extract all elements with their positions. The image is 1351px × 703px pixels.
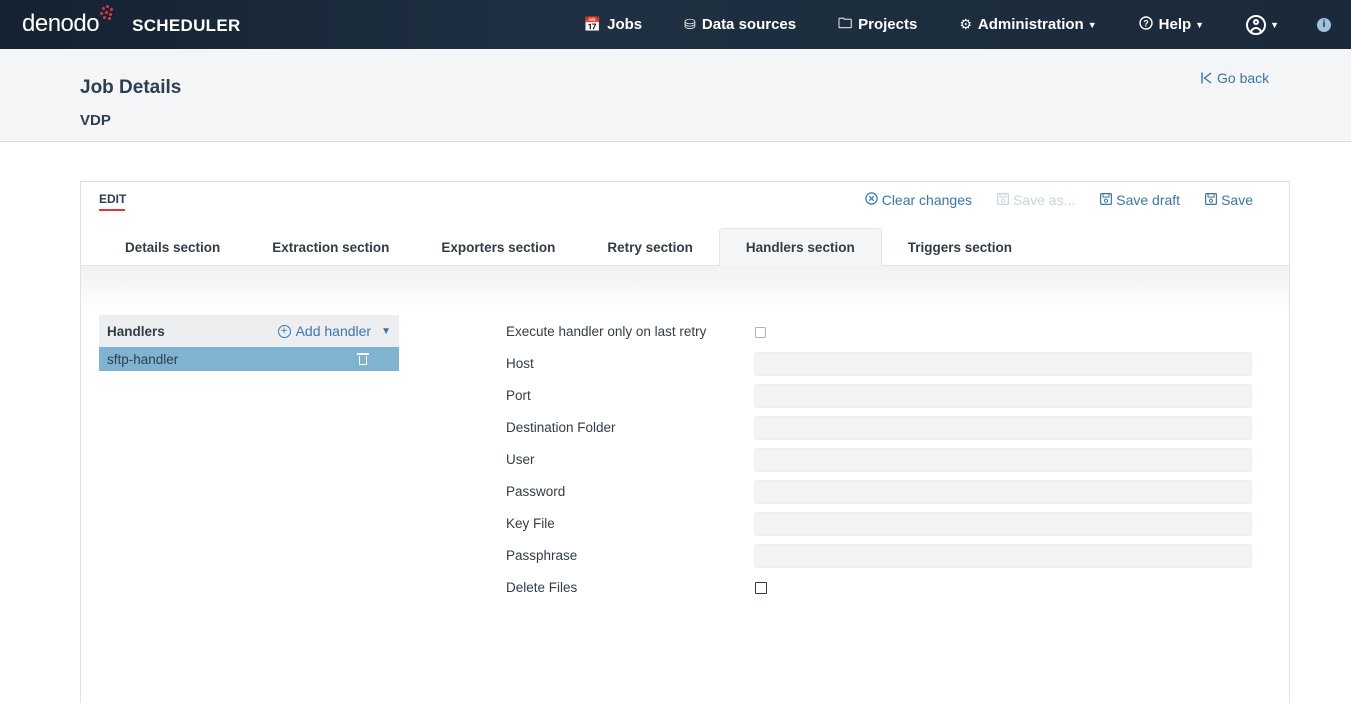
mode-underline xyxy=(99,209,125,211)
help-icon: ? xyxy=(1138,16,1153,33)
page-header: Job Details VDP Go back xyxy=(0,49,1351,142)
clear-changes-label: Clear changes xyxy=(881,192,972,208)
trash-icon[interactable] xyxy=(357,352,369,366)
save-draft-icon xyxy=(1100,192,1113,208)
password-input[interactable] xyxy=(754,480,1252,504)
add-handler-button[interactable]: + Add handler ▼ xyxy=(277,323,391,339)
nav-jobs[interactable]: 📅 Jobs xyxy=(584,16,642,33)
key-file-input[interactable] xyxy=(754,512,1252,536)
nav-administration[interactable]: ⚙ Administration ▼ xyxy=(959,16,1096,33)
delete-files-checkbox[interactable] xyxy=(755,582,767,594)
tab-triggers[interactable]: Triggers section xyxy=(882,228,1038,266)
top-navbar: denodo SCHEDULER 📅 Jobs ⛁ Data sources 🗀… xyxy=(0,0,1351,49)
save-as-button[interactable]: Save as... xyxy=(996,192,1076,208)
handler-name: sftp-handler xyxy=(107,351,179,367)
folder-icon: 🗀 xyxy=(838,14,853,31)
nav-data-sources[interactable]: ⛁ Data sources xyxy=(684,16,796,33)
nav-menu: 📅 Jobs ⛁ Data sources 🗀 Projects ⚙ Admin… xyxy=(584,0,1351,49)
handlers-section: Handlers + Add handler ▼ sftp-handler Ex… xyxy=(81,266,1289,703)
calendar-icon: 📅 xyxy=(583,16,602,32)
field-label: Host xyxy=(506,356,534,371)
tab-handlers[interactable]: Handlers section xyxy=(718,228,882,266)
nav-projects[interactable]: 🗀 Projects xyxy=(838,13,917,37)
tab-retry[interactable]: Retry section xyxy=(581,228,719,266)
clear-icon xyxy=(865,192,878,208)
page-subtitle: VDP xyxy=(80,112,111,129)
card-actions: Clear changes Save as... Save draft Save xyxy=(840,192,1253,208)
handlers-list-header: Handlers + Add handler ▼ xyxy=(99,315,399,347)
gear-icon: ⚙ xyxy=(959,16,972,32)
tab-details[interactable]: Details section xyxy=(99,228,246,266)
chevron-down-icon: ▼ xyxy=(1270,19,1279,30)
nav-help-label: Help xyxy=(1158,16,1192,33)
destination-folder-input[interactable] xyxy=(754,416,1252,440)
job-edit-card: EDIT Clear changes Save as... Save draft xyxy=(80,181,1290,703)
add-circle-icon: + xyxy=(277,324,291,338)
chevron-down-icon: ▼ xyxy=(1087,19,1097,30)
field-label: Execute handler only on last retry xyxy=(506,324,707,339)
brand-logo: denodo xyxy=(22,10,100,37)
tab-exporters[interactable]: Exporters section xyxy=(415,228,581,266)
field-label: Port xyxy=(506,388,531,403)
last-retry-checkbox[interactable] xyxy=(755,327,766,338)
card-header: EDIT Clear changes Save as... Save draft xyxy=(81,182,1289,266)
go-back-link[interactable]: Go back xyxy=(1201,70,1269,86)
svg-text:?: ? xyxy=(1143,19,1149,29)
save-draft-button[interactable]: Save draft xyxy=(1100,192,1180,208)
nav-help[interactable]: ? Help ▼ xyxy=(1138,16,1205,33)
add-handler-label: Add handler xyxy=(295,323,372,339)
mode-label: EDIT xyxy=(99,192,127,206)
save-label: Save xyxy=(1221,192,1253,208)
field-label: Password xyxy=(506,484,566,499)
caret-down-icon[interactable]: ▼ xyxy=(381,326,391,337)
field-label: User xyxy=(506,452,535,467)
database-icon: ⛁ xyxy=(684,16,696,32)
port-input[interactable] xyxy=(754,384,1252,408)
field-label: Delete Files xyxy=(506,580,578,595)
nav-data-sources-label: Data sources xyxy=(701,16,797,33)
nav-projects-label: Projects xyxy=(858,16,918,33)
save-as-label: Save as... xyxy=(1012,192,1076,208)
save-draft-label: Save draft xyxy=(1116,192,1181,208)
nav-administration-label: Administration xyxy=(977,16,1084,33)
user-input[interactable] xyxy=(754,448,1252,472)
go-back-label: Go back xyxy=(1217,70,1270,86)
user-avatar-icon xyxy=(1246,14,1267,35)
chevron-down-icon: ▼ xyxy=(1195,19,1205,30)
host-input[interactable] xyxy=(754,352,1252,376)
field-label: Passphrase xyxy=(506,548,578,563)
back-icon xyxy=(1201,72,1212,84)
nav-jobs-label: Jobs xyxy=(607,16,643,33)
field-label: Destination Folder xyxy=(506,420,616,435)
save-button[interactable]: Save xyxy=(1205,192,1253,208)
section-tabs: Details section Extraction section Expor… xyxy=(99,228,1038,266)
passphrase-input[interactable] xyxy=(754,544,1252,568)
handlers-title: Handlers xyxy=(107,323,165,339)
brand-product: SCHEDULER xyxy=(132,16,241,35)
info-icon[interactable]: i xyxy=(1317,17,1331,32)
save-icon xyxy=(1205,192,1218,208)
user-menu[interactable]: ▼ xyxy=(1246,14,1279,35)
tab-extraction[interactable]: Extraction section xyxy=(246,228,415,266)
page-title: Job Details xyxy=(80,77,182,98)
handlers-list-panel: Handlers + Add handler ▼ sftp-handler xyxy=(99,315,399,371)
clear-changes-button[interactable]: Clear changes xyxy=(865,192,972,208)
save-as-icon xyxy=(996,192,1009,208)
list-item[interactable]: sftp-handler xyxy=(99,347,399,371)
field-label: Key File xyxy=(506,516,555,531)
brand[interactable]: denodo SCHEDULER xyxy=(22,5,241,38)
brand-dots-icon xyxy=(100,5,114,20)
